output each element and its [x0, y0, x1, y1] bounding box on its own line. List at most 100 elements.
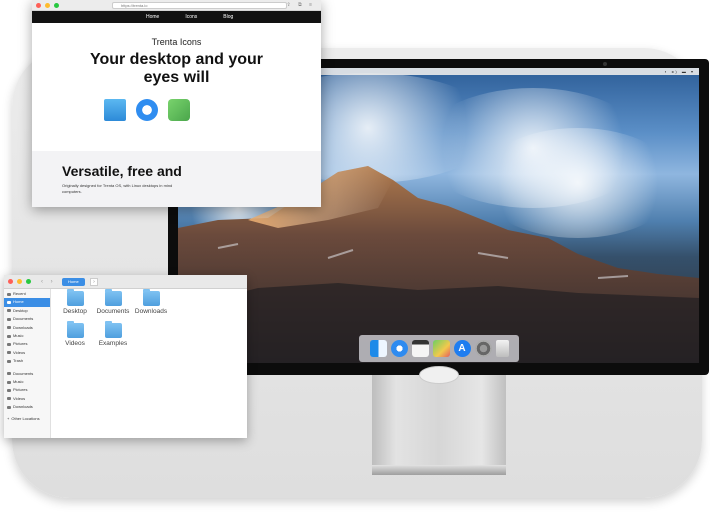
folder-icon — [66, 321, 84, 338]
brand-title: Trenta Icons — [151, 37, 202, 47]
folder-icon — [7, 380, 11, 384]
address-bar[interactable]: https://trenta.io — [112, 2, 287, 9]
home-icon — [7, 301, 11, 305]
maps-icon — [167, 99, 190, 121]
close-button[interactable] — [36, 2, 41, 8]
path-home-button[interactable]: Home — [62, 278, 85, 286]
folder-icon — [104, 321, 122, 338]
file-manager-window: ‹ › Home › Recent Home Desktop Documents… — [4, 275, 247, 438]
folder-icon — [7, 397, 11, 401]
sidebar-item-label: Desktop — [13, 307, 28, 313]
sidebar-item-music[interactable]: Music — [4, 332, 50, 340]
sidebar-item-label: Music — [13, 332, 24, 338]
maps-icon[interactable] — [432, 340, 450, 357]
folder-label: Downloads — [134, 308, 168, 315]
sidebar-bookmark-music[interactable]: Music — [4, 378, 50, 386]
folder-videos[interactable]: Videos — [54, 321, 96, 347]
sidebar-item-label: Documents — [13, 316, 34, 322]
clock-icon — [7, 292, 11, 296]
sidebar-item-documents[interactable]: Documents — [4, 315, 50, 323]
showcase-stage: ▪ ◂) ▬ ▾ Trash A — [0, 0, 710, 513]
dock: A — [359, 335, 519, 362]
folder-icon — [7, 372, 11, 376]
picture-icon — [7, 343, 11, 347]
hero-headline-line1: Your desktop and your — [89, 51, 264, 68]
folder-icon — [7, 388, 11, 392]
folder-icon — [104, 289, 122, 306]
sidebar-bookmark-videos[interactable]: Videos — [4, 395, 50, 403]
folder-examples[interactable]: Examples — [92, 321, 134, 347]
settings-icon[interactable] — [474, 340, 492, 357]
section-text: Originally designed for Trenta OS, with … — [62, 183, 212, 195]
monitor-stand-base — [372, 466, 506, 475]
close-button[interactable] — [8, 279, 13, 284]
folder-label: Videos — [65, 340, 85, 347]
folder-desktop[interactable]: Desktop — [54, 289, 96, 315]
folder-documents[interactable]: Documents — [92, 289, 134, 315]
back-forward-icons[interactable]: ‹ › — [41, 279, 56, 285]
site-nav: Home Icons Blog — [32, 11, 321, 23]
sidebar-item-label: Music — [13, 378, 24, 384]
sidebar-other-locations[interactable]: + Other Locations — [4, 415, 50, 423]
sidebar-item-label: Home — [13, 299, 24, 305]
folder-icon — [103, 99, 126, 121]
section-text-line2: computers. — [62, 189, 82, 194]
sidebar-item-recent[interactable]: Recent — [4, 290, 50, 298]
sidebar-item-videos[interactable]: Videos — [4, 349, 50, 357]
download-icon — [7, 326, 11, 330]
folder-label: Documents — [96, 308, 130, 315]
document-icon — [7, 317, 11, 321]
monitor-stand — [372, 373, 506, 465]
path-next-button[interactable]: › — [90, 278, 98, 286]
feature-section: Versatile, free and Originally designed … — [32, 151, 321, 207]
sidebar-bookmark-downloads[interactable]: Downloads — [4, 403, 50, 411]
browser-toolbar: https://trenta.io ⇪ ⧉ ≡ — [32, 0, 321, 11]
safari-icon — [135, 99, 158, 121]
music-icon — [7, 334, 11, 338]
sidebar-item-trash[interactable]: Trash — [4, 357, 50, 365]
maximize-button[interactable] — [26, 279, 31, 284]
sidebar-item-pictures[interactable]: Pictures — [4, 340, 50, 348]
nav-home[interactable]: Home — [146, 14, 159, 20]
sidebar-item-label: Pictures — [13, 341, 28, 347]
app-store-icon[interactable]: A — [453, 340, 471, 357]
section-text-line1: Originally designed for Trenta OS, with … — [62, 183, 173, 188]
sidebar-item-desktop[interactable]: Desktop — [4, 307, 50, 315]
plus-icon: + — [7, 416, 10, 422]
system-tray[interactable]: ▪ ◂) ▬ ▾ — [665, 68, 695, 75]
sidebar-bookmark-pictures[interactable]: Pictures — [4, 386, 50, 394]
traffic-lights — [36, 2, 59, 8]
section-title: Versatile, free and — [62, 163, 182, 179]
sidebar-item-label: Downloads — [13, 324, 33, 330]
finder-icon[interactable] — [369, 340, 387, 357]
hero-section: Trenta Icons Your desktop and your eyes … — [32, 23, 321, 151]
sidebar-item-label: Downloads — [13, 404, 33, 410]
folder-label: Examples — [98, 340, 128, 347]
hero-headline-line2: eyes will — [143, 69, 210, 86]
sidebar-item-downloads[interactable]: Downloads — [4, 324, 50, 332]
minimize-button[interactable] — [45, 2, 50, 8]
sidebar-item-label: Pictures — [13, 387, 28, 393]
notes-icon[interactable] — [411, 340, 429, 357]
maximize-button[interactable] — [54, 2, 59, 8]
folder-icon — [142, 289, 160, 306]
sidebar-item-label: Videos — [13, 395, 26, 401]
trash-icon — [7, 359, 11, 363]
safari-icon[interactable] — [390, 340, 408, 357]
minimize-button[interactable] — [17, 279, 22, 284]
nav-icons[interactable]: Icons — [185, 14, 197, 20]
nav-blog[interactable]: Blog — [223, 14, 233, 20]
folder-downloads[interactable]: Downloads — [130, 289, 172, 315]
monitor-stand-hole — [419, 366, 459, 384]
file-manager-titlebar: ‹ › Home › — [4, 275, 247, 289]
folder-icon — [7, 405, 11, 409]
sidebar-bookmark-documents[interactable]: Documents — [4, 370, 50, 378]
browser-actions[interactable]: ⇪ ⧉ ≡ — [287, 2, 315, 8]
folder-label: Desktop — [63, 308, 87, 315]
sidebar-item-label: Trash — [13, 358, 24, 364]
trash-icon[interactable] — [495, 340, 509, 357]
hero-icons — [32, 99, 321, 121]
sidebar-item-home[interactable]: Home — [4, 298, 50, 307]
browser-window: https://trenta.io ⇪ ⧉ ≡ Home Icons Blog … — [32, 0, 321, 207]
sidebar-item-label: Other Locations — [11, 416, 40, 422]
